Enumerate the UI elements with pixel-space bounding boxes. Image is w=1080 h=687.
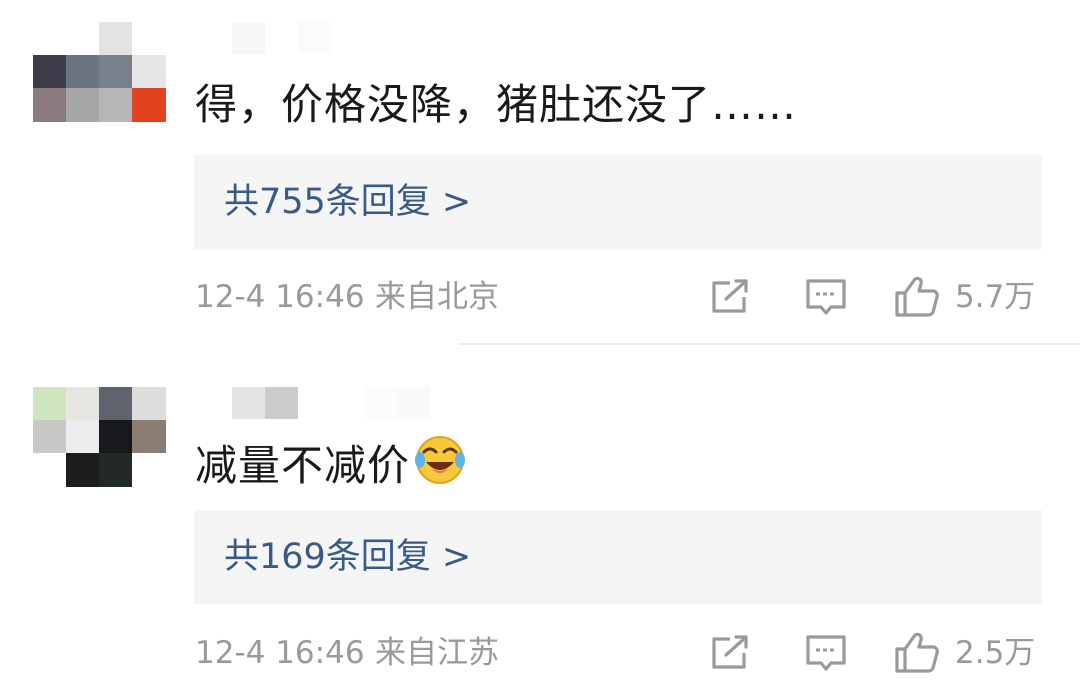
share-button[interactable] (708, 633, 752, 673)
comment-time: 12-4 16:46 (195, 279, 365, 315)
comment-button[interactable] (804, 633, 848, 673)
comment-list: 得，价格没降，猪肚还没了…… 共755条回复 > 12-4 16:46 来自北京 (0, 0, 1080, 687)
replies-button[interactable]: 共169条回复 > (194, 510, 1042, 604)
comment-item: 得，价格没降，猪肚还没了…… 共755条回复 > 12-4 16:46 来自北京 (0, 0, 1080, 345)
comment-icon (806, 279, 846, 315)
comment-text: 得，价格没降，猪肚还没了…… (195, 80, 798, 129)
avatar[interactable] (33, 22, 166, 122)
thumbs-up-icon (895, 276, 939, 317)
like-button[interactable]: 2.5万 (893, 628, 1043, 678)
comment-time: 12-4 16:46 (195, 635, 365, 671)
share-button[interactable] (708, 277, 752, 317)
comment-location: 来自江苏 (375, 635, 499, 671)
avatar[interactable] (33, 387, 166, 487)
comment-item: 减量不减价 共169条回复 > 12-4 16:46 来自江苏 2.5万 (0, 345, 1080, 687)
comment-meta: 12-4 16:46 来自北京 5.7万 (0, 272, 1080, 322)
comment-text: 减量不减价 (195, 434, 466, 494)
laugh-cry-icon (415, 436, 466, 484)
replies-link[interactable]: 共755条回复 > (224, 155, 471, 249)
like-button[interactable]: 5.7万 (893, 272, 1043, 322)
like-count: 5.7万 (955, 279, 1036, 315)
comment-location: 来自北京 (375, 279, 499, 315)
like-count: 2.5万 (955, 635, 1036, 671)
replies-button[interactable]: 共755条回复 > (194, 155, 1042, 249)
thumbs-up-icon (895, 632, 939, 673)
comment-meta: 12-4 16:46 来自江苏 2.5万 (0, 628, 1080, 678)
comment-icon (806, 635, 846, 671)
share-icon (712, 279, 748, 313)
replies-link[interactable]: 共169条回复 > (224, 510, 471, 604)
share-icon (712, 635, 748, 669)
comment-button[interactable] (804, 277, 848, 317)
